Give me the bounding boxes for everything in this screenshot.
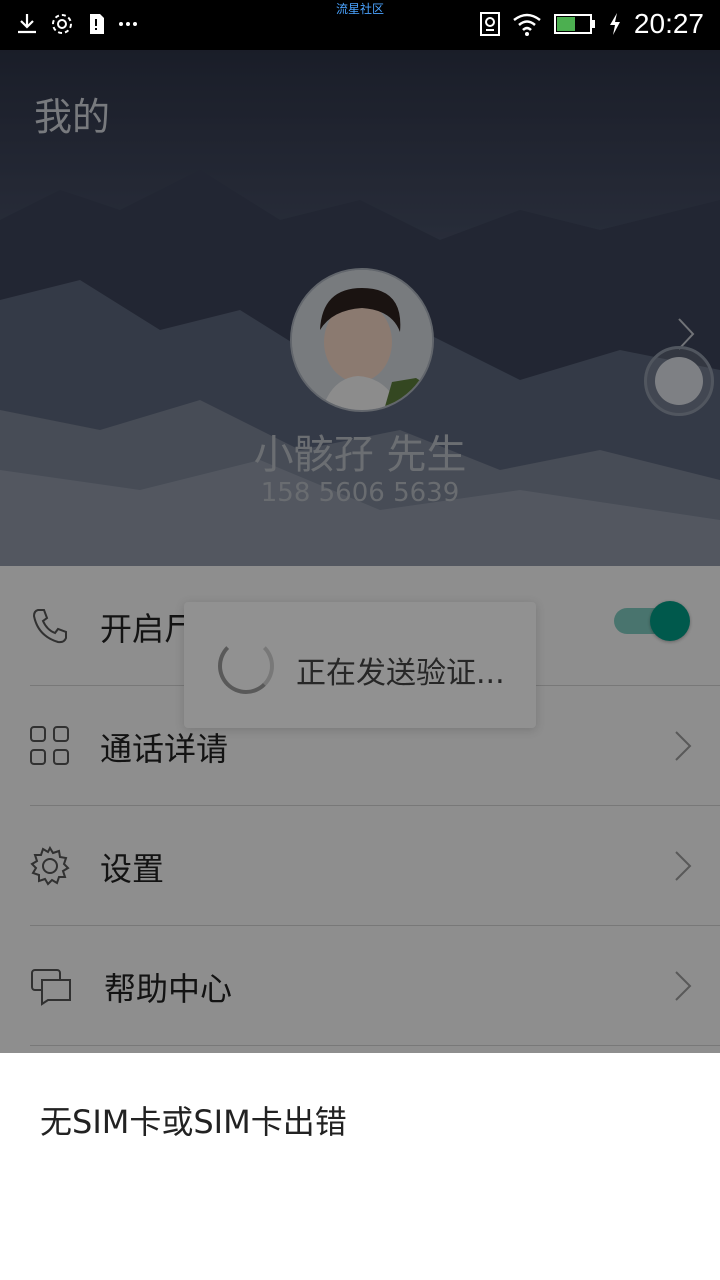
status-right-icons: 20:27 — [479, 8, 704, 40]
sim-icon — [479, 12, 500, 36]
alert-message: 无SIM卡或SIM卡出错 — [40, 1103, 347, 1141]
clock: 20:27 — [633, 8, 704, 39]
battery-icon — [553, 14, 595, 34]
status-bar: 流星社区 20:27 — [0, 0, 720, 50]
wifi-icon — [513, 13, 541, 36]
charging-icon — [609, 13, 620, 35]
alert-sheet: 无SIM卡或SIM卡出错 — [0, 1053, 720, 1280]
modal-overlay[interactable] — [0, 50, 720, 1053]
